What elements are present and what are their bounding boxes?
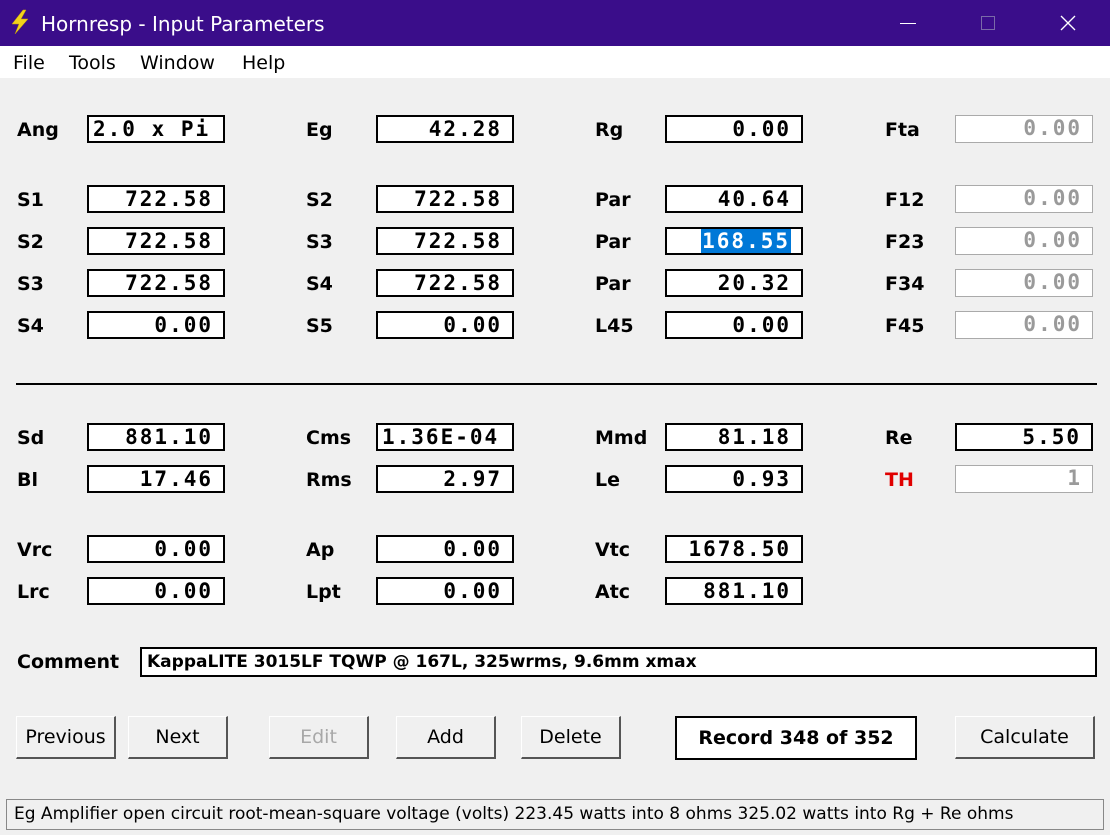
label-s2-b: S2 <box>17 231 44 253</box>
field-atc[interactable]: 881.10 <box>665 577 803 605</box>
field-l45[interactable]: 0.00 <box>665 311 803 339</box>
field-eg[interactable]: 42.28 <box>376 115 514 143</box>
maximize-button[interactable] <box>948 0 1028 46</box>
field-ap[interactable]: 0.00 <box>376 535 514 563</box>
field-vrc[interactable]: 0.00 <box>87 535 225 563</box>
field-bl[interactable]: 17.46 <box>87 465 225 493</box>
label-comment: Comment <box>17 651 120 673</box>
field-mmd[interactable]: 81.18 <box>665 423 803 451</box>
previous-button[interactable]: Previous <box>16 716 116 759</box>
window-title: Hornresp - Input Parameters <box>41 12 325 36</box>
menu-file[interactable]: File <box>13 52 45 74</box>
label-rg: Rg <box>595 119 624 141</box>
field-par-1[interactable]: 40.64 <box>665 185 803 213</box>
label-vrc: Vrc <box>17 539 53 561</box>
section-divider <box>16 383 1097 385</box>
label-s4: S4 <box>306 273 333 295</box>
field-s2[interactable]: 722.58 <box>376 185 514 213</box>
label-ap: Ap <box>306 539 335 561</box>
title-bar: Hornresp - Input Parameters <box>0 0 1110 46</box>
field-le[interactable]: 0.93 <box>665 465 803 493</box>
field-s3-b[interactable]: 722.58 <box>87 269 225 297</box>
label-lrc: Lrc <box>17 581 50 603</box>
delete-button[interactable]: Delete <box>521 716 621 759</box>
label-f45: F45 <box>885 315 925 337</box>
field-par-3[interactable]: 20.32 <box>665 269 803 297</box>
field-sd[interactable]: 881.10 <box>87 423 225 451</box>
minimize-icon <box>900 23 916 24</box>
field-re[interactable]: 5.50 <box>955 423 1093 451</box>
label-vtc: Vtc <box>595 539 631 561</box>
close-button[interactable] <box>1028 0 1108 46</box>
edit-button[interactable]: Edit <box>269 716 369 759</box>
field-rg[interactable]: 0.00 <box>665 115 803 143</box>
label-par-3: Par <box>595 273 631 295</box>
field-ang[interactable]: 2.0 x Pi <box>87 115 225 143</box>
maximize-icon <box>981 16 995 30</box>
label-f23: F23 <box>885 231 925 253</box>
selected-text: 168.55 <box>701 229 791 253</box>
field-f23[interactable]: 0.00 <box>955 227 1093 255</box>
label-l45: L45 <box>595 315 634 337</box>
field-f34[interactable]: 0.00 <box>955 269 1093 297</box>
calculate-button[interactable]: Calculate <box>955 716 1095 759</box>
field-f45[interactable]: 0.00 <box>955 311 1093 339</box>
field-fta[interactable]: 0.00 <box>955 115 1093 143</box>
label-ang: Ang <box>17 119 59 141</box>
label-s1: S1 <box>17 189 44 211</box>
label-s2: S2 <box>306 189 333 211</box>
field-f12[interactable]: 0.00 <box>955 185 1093 213</box>
label-fta: Fta <box>885 119 920 141</box>
field-lrc[interactable]: 0.00 <box>87 577 225 605</box>
record-indicator: Record 348 of 352 <box>675 716 917 760</box>
label-th[interactable]: TH <box>885 469 914 491</box>
field-s5[interactable]: 0.00 <box>376 311 514 339</box>
label-re: Re <box>885 427 913 449</box>
label-s5: S5 <box>306 315 333 337</box>
label-sd: Sd <box>17 427 45 449</box>
label-atc: Atc <box>595 581 631 603</box>
minimize-button[interactable] <box>868 0 948 46</box>
next-button[interactable]: Next <box>128 716 228 759</box>
status-bar: Eg Amplifier open circuit root-mean-squa… <box>6 799 1104 830</box>
field-rms[interactable]: 2.97 <box>376 465 514 493</box>
label-bl: Bl <box>17 469 38 491</box>
label-lpt: Lpt <box>306 581 341 603</box>
field-par-2[interactable]: 168.55 <box>665 227 803 255</box>
field-vtc[interactable]: 1678.50 <box>665 535 803 563</box>
label-par-2: Par <box>595 231 631 253</box>
field-lpt[interactable]: 0.00 <box>376 577 514 605</box>
menu-help[interactable]: Help <box>242 52 285 74</box>
close-icon <box>1060 15 1076 31</box>
label-s3: S3 <box>306 231 333 253</box>
label-mmd: Mmd <box>595 427 648 449</box>
label-s3-b: S3 <box>17 273 44 295</box>
label-par-1: Par <box>595 189 631 211</box>
add-button[interactable]: Add <box>396 716 496 759</box>
label-s4-b: S4 <box>17 315 44 337</box>
menu-bar: File Tools Window Help <box>0 46 1110 78</box>
field-s2-b[interactable]: 722.58 <box>87 227 225 255</box>
label-eg: Eg <box>306 119 333 141</box>
field-s4-b[interactable]: 0.00 <box>87 311 225 339</box>
label-cms: Cms <box>306 427 352 449</box>
field-s4[interactable]: 722.58 <box>376 269 514 297</box>
label-rms: Rms <box>306 469 352 491</box>
menu-window[interactable]: Window <box>140 52 215 74</box>
field-th[interactable]: 1 <box>955 465 1093 493</box>
label-f12: F12 <box>885 189 925 211</box>
field-s1[interactable]: 722.58 <box>87 185 225 213</box>
label-f34: F34 <box>885 273 925 295</box>
lightning-icon <box>11 9 29 35</box>
label-le: Le <box>595 469 620 491</box>
comment-field[interactable]: KappaLITE 3015LF TQWP @ 167L, 325wrms, 9… <box>140 647 1097 677</box>
menu-tools[interactable]: Tools <box>69 52 116 74</box>
field-cms[interactable]: 1.36E-04 <box>376 423 514 451</box>
field-s3[interactable]: 722.58 <box>376 227 514 255</box>
